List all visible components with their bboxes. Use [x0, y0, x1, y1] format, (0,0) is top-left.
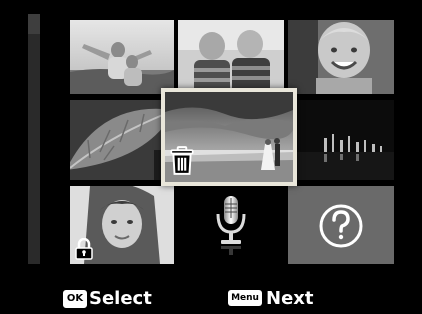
thumbnail-leaf-closeup[interactable] [70, 100, 174, 180]
playback-thumbnail-screen: OK Select Menu Next [0, 0, 422, 314]
thumbnail-smiling-girl[interactable] [288, 20, 394, 94]
question-mark-icon [319, 204, 363, 248]
lock-icon [75, 238, 93, 260]
select-label: Select [89, 288, 152, 309]
scrollbar-thumb[interactable] [28, 14, 40, 34]
thumbnail-couple-in-field[interactable] [70, 20, 174, 94]
thumbnail-beach-couple-selected[interactable] [161, 88, 297, 186]
thumbnail-unknown-file[interactable] [288, 186, 394, 264]
next-label: Next [266, 288, 314, 309]
thumbnail-woman-portrait[interactable] [70, 186, 174, 264]
trash-icon [170, 146, 194, 175]
scrollbar[interactable] [28, 14, 40, 264]
thumbnail-night-city[interactable] [288, 100, 394, 180]
thumbnail-two-boys[interactable] [178, 20, 284, 94]
microphone-icon [216, 196, 246, 255]
ok-key-icon[interactable]: OK [63, 290, 87, 308]
menu-key-icon[interactable]: Menu [228, 290, 262, 306]
thumbnail-voice-memo[interactable] [178, 186, 284, 264]
